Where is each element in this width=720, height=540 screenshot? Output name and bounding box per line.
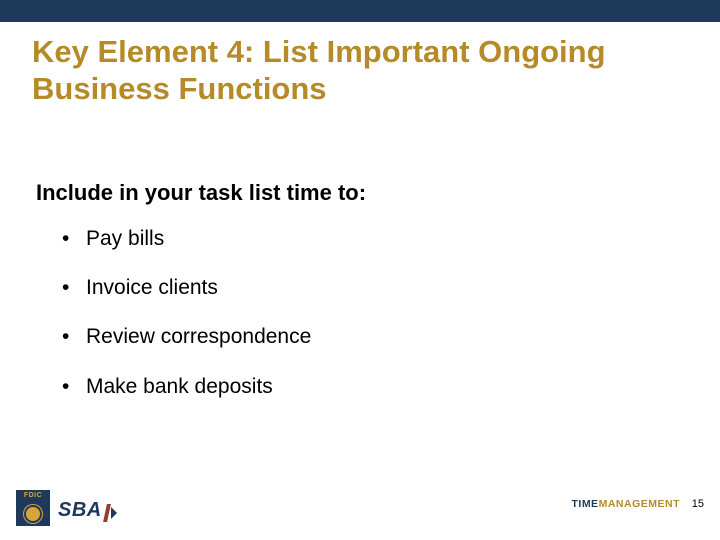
sba-logo: SBA [58,499,117,522]
sba-bar-icon [103,504,111,522]
fdic-logo: FDIC [16,490,50,526]
fdic-label: FDIC [16,490,50,502]
footer-topic: TIMEMANAGEMENT [571,498,680,510]
bullet-list: Pay bills Invoice clients Review corresp… [62,226,311,423]
footer-word-time: TIME [571,498,598,510]
slide: Key Element 4: List Important Ongoing Bu… [0,0,720,540]
footer-word-management: MANAGEMENT [599,498,680,510]
slide-subtitle: Include in your task list time to: [36,180,366,206]
sba-text: SBA [58,499,102,522]
page-number: 15 [692,498,704,510]
slide-title: Key Element 4: List Important Ongoing Bu… [32,34,688,107]
list-item: Make bank deposits [62,374,311,399]
money-smart-icon [16,502,50,526]
sba-arrow-icon [111,507,117,519]
footer: FDIC SBA TIMEMANAGEMENT 15 [0,480,720,540]
list-item: Pay bills [62,226,311,251]
list-item: Review correspondence [62,324,311,349]
header-bar [0,0,720,22]
list-item: Invoice clients [62,275,311,300]
